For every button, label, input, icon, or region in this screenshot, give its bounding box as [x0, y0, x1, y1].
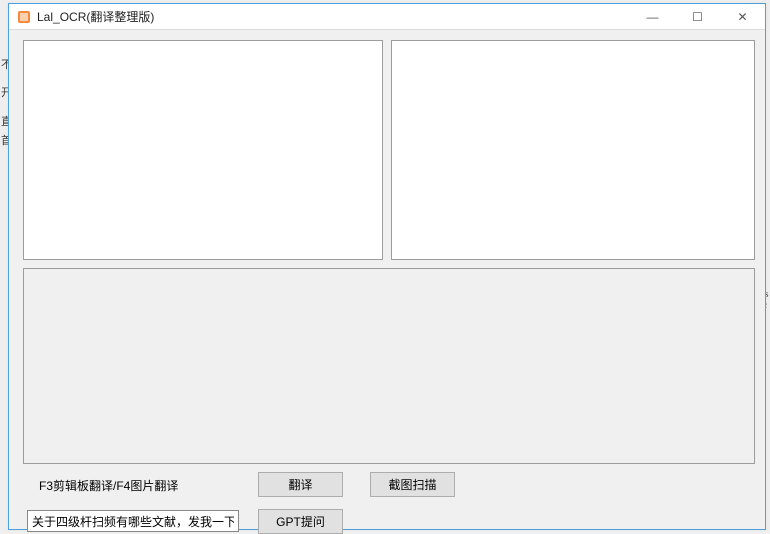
window-title: Lal_OCR(翻译整理版): [37, 8, 154, 25]
shortcut-hint-label: F3剪辑板翻译/F4图片翻译: [39, 477, 178, 494]
close-icon: ✕: [737, 10, 747, 24]
gpt-question-input[interactable]: [27, 510, 239, 532]
result-textarea[interactable]: [391, 40, 755, 260]
gpt-ask-button-label: GPT提问: [276, 513, 325, 530]
translate-button[interactable]: 翻译: [258, 472, 343, 497]
close-button[interactable]: ✕: [720, 4, 765, 30]
app-icon: [15, 8, 33, 26]
maximize-icon: ☐: [692, 10, 703, 24]
app-window: Lal_OCR(翻译整理版) — ☐ ✕ F3剪辑板翻译/F4图片翻译 翻译 截…: [8, 3, 766, 530]
translate-button-label: 翻译: [288, 476, 312, 493]
gpt-ask-button[interactable]: GPT提问: [258, 509, 343, 534]
source-textarea[interactable]: [23, 40, 383, 260]
minimize-button[interactable]: —: [630, 4, 675, 30]
maximize-button[interactable]: ☐: [675, 4, 720, 30]
output-panel: [23, 268, 755, 464]
titlebar[interactable]: Lal_OCR(翻译整理版) — ☐ ✕: [9, 4, 765, 30]
screenshot-scan-button-label: 截图扫描: [388, 476, 436, 493]
screenshot-scan-button[interactable]: 截图扫描: [370, 472, 455, 497]
client-area: F3剪辑板翻译/F4图片翻译 翻译 截图扫描 GPT提问: [9, 30, 765, 529]
minimize-icon: —: [647, 10, 659, 24]
